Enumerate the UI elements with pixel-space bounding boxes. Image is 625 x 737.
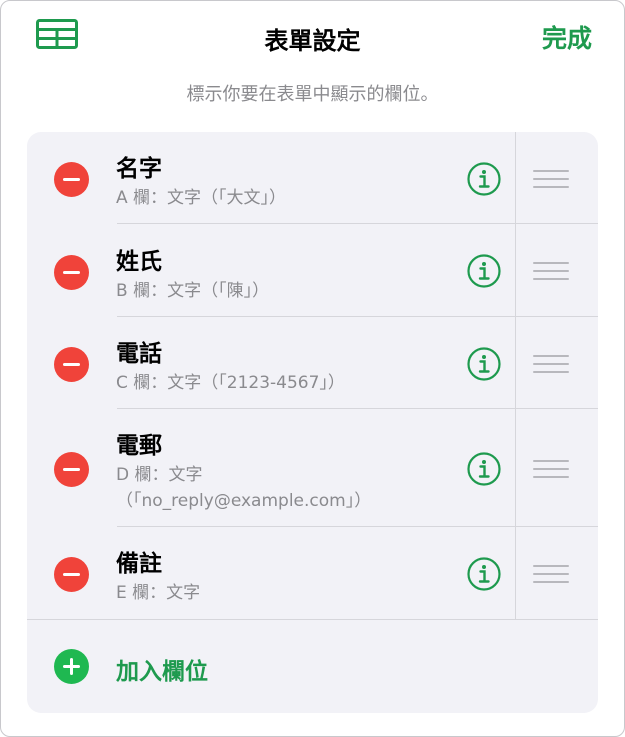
field-title: 電話 xyxy=(116,341,162,367)
field-row-first-name[interactable]: 名字 A 欄：文字（「大文」） xyxy=(27,132,598,224)
form-settings-panel: 表單設定 完成 標示你要在表單中顯示的欄位。 名字 A 欄：文字（「大文」） 姓… xyxy=(0,0,625,737)
remove-field-button[interactable] xyxy=(54,557,89,592)
field-row-email[interactable]: 電郵 D 欄：文字 （「no_reply@example.com」） xyxy=(27,409,598,527)
remove-field-button[interactable] xyxy=(54,452,89,487)
info-icon[interactable] xyxy=(467,347,501,381)
field-title: 姓氏 xyxy=(116,249,162,275)
fields-list: 名字 A 欄：文字（「大文」） 姓氏 B 欄：文字（「陳」） 電話 C 欄：文字… xyxy=(27,132,598,713)
field-subtitle: D 欄：文字 （「no_reply@example.com」） xyxy=(116,465,372,511)
page-title: 表單設定 xyxy=(264,27,361,55)
field-row-notes[interactable]: 備註 E 欄：文字 xyxy=(27,527,598,620)
add-field-label: 加入欄位 xyxy=(116,659,208,685)
field-row-phone[interactable]: 電話 C 欄：文字（「2123-4567」） xyxy=(27,317,598,409)
field-title: 備註 xyxy=(116,551,162,577)
plus-circle-icon[interactable] xyxy=(54,649,89,684)
field-subtitle: C 欄：文字（「2123-4567」） xyxy=(116,373,345,393)
add-field-button[interactable]: 加入欄位 xyxy=(27,620,598,713)
field-subtitle: E 欄：文字 xyxy=(116,583,201,603)
drag-handle-icon[interactable] xyxy=(533,262,569,282)
info-icon[interactable] xyxy=(467,254,501,288)
drag-handle-icon[interactable] xyxy=(533,355,569,375)
instruction-text: 標示你要在表單中顯示的欄位。 xyxy=(186,84,439,105)
field-subtitle: B 欄：文字（「陳」） xyxy=(116,281,270,301)
field-title: 電郵 xyxy=(116,433,162,459)
drag-handle-icon[interactable] xyxy=(533,170,569,190)
info-icon[interactable] xyxy=(467,162,501,196)
done-button[interactable]: 完成 xyxy=(542,19,592,55)
remove-field-button[interactable] xyxy=(54,347,89,382)
info-icon[interactable] xyxy=(467,452,501,486)
field-row-last-name[interactable]: 姓氏 B 欄：文字（「陳」） xyxy=(27,224,598,317)
info-icon[interactable] xyxy=(467,557,501,591)
remove-field-button[interactable] xyxy=(54,162,89,197)
drag-handle-icon[interactable] xyxy=(533,565,569,585)
drag-handle-icon[interactable] xyxy=(533,460,569,480)
field-title: 名字 xyxy=(116,156,162,182)
remove-field-button[interactable] xyxy=(54,255,89,290)
field-subtitle: A 欄：文字（「大文」） xyxy=(116,188,287,208)
header: 表單設定 完成 xyxy=(1,1,624,71)
